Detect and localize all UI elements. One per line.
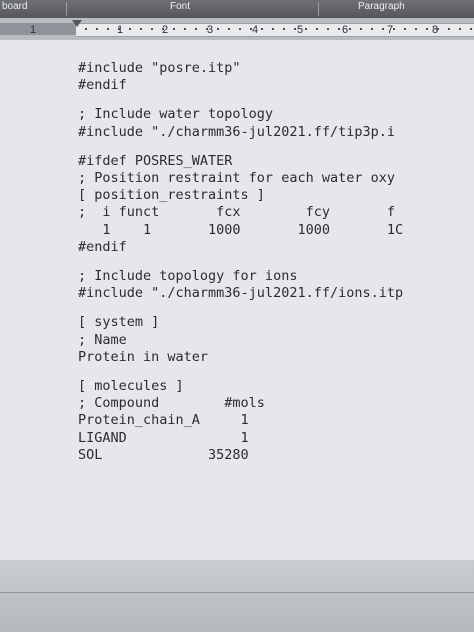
ruler-tick (96, 28, 98, 30)
ruler-number: 8 (432, 24, 439, 36)
code-line[interactable]: SOL 35280 (78, 447, 474, 464)
ruler-tick (426, 28, 428, 30)
ruler-tick (382, 28, 384, 30)
indent-marker[interactable] (72, 20, 82, 27)
ruler-track[interactable] (76, 23, 474, 37)
ruler-number: 3 (207, 24, 214, 36)
ruler-number: 6 (342, 24, 349, 36)
ruler-tick (228, 28, 230, 30)
ruler-number: 1 (117, 24, 124, 36)
code-line[interactable]: ; Compound #mols (78, 395, 474, 412)
ruler-number: 1 (30, 24, 37, 36)
ruler-tick (371, 28, 373, 30)
ruler-tick (338, 28, 340, 30)
ruler-number: 4 (252, 24, 259, 36)
ruler-tick (415, 28, 417, 30)
code-line[interactable]: Protein_chain_A 1 (78, 412, 474, 429)
ribbon-group-font[interactable]: Font (170, 1, 190, 12)
ruler-tick (85, 28, 87, 30)
ruler-number: 5 (297, 24, 304, 36)
code-line[interactable]: #include "./charmm36-jul2021.ff/tip3p.i (78, 124, 474, 141)
ribbon-divider (66, 2, 67, 16)
ruler-tick (162, 28, 164, 30)
ruler-tick (294, 28, 296, 30)
code-line[interactable]: 1 1 1000 1000 1C (78, 222, 474, 239)
code-line[interactable]: [ system ] (78, 314, 474, 331)
ruler-tick (173, 28, 175, 30)
ruler-tick (118, 28, 120, 30)
ruler-number: 2 (162, 24, 169, 36)
ruler-tick (140, 28, 142, 30)
blank-line[interactable] (78, 366, 474, 378)
ruler-tick (283, 28, 285, 30)
code-line[interactable]: #include "posre.itp" (78, 60, 474, 77)
code-line[interactable]: ; i funct fcx fcy f (78, 204, 474, 221)
ruler-tick (184, 28, 186, 30)
ruler-tick (470, 28, 472, 30)
code-line[interactable]: #include "./charmm36-jul2021.ff/ions.itp (78, 285, 474, 302)
ruler-tick (404, 28, 406, 30)
code-line[interactable]: [ position_restraints ] (78, 187, 474, 204)
ruler-tick (250, 28, 252, 30)
ruler-tick (437, 28, 439, 30)
blank-line[interactable] (78, 94, 474, 106)
ruler-tick (272, 28, 274, 30)
ruler-tick (151, 28, 153, 30)
ruler-number: 7 (387, 24, 394, 36)
document-text[interactable]: #include "posre.itp" #endif; Include wate… (78, 60, 474, 464)
ruler-tick (261, 28, 263, 30)
ruler-left-margin (0, 23, 76, 35)
code-line[interactable]: [ molecules ] (78, 378, 474, 395)
code-line[interactable]: ; Include water topology (78, 106, 474, 123)
ruler-tick (327, 28, 329, 30)
ruler-tick (349, 28, 351, 30)
ruler-tick (129, 28, 131, 30)
ruler-tick (206, 28, 208, 30)
blank-line[interactable] (78, 302, 474, 314)
blank-line[interactable] (78, 141, 474, 153)
ruler-tick (107, 28, 109, 30)
blank-line[interactable] (78, 256, 474, 268)
ruler-tick (393, 28, 395, 30)
ruler-tick (448, 28, 450, 30)
code-line[interactable]: #endif (78, 239, 474, 256)
ruler-tick (360, 28, 362, 30)
page-break-line (0, 592, 474, 593)
ribbon-divider (318, 2, 319, 16)
ruler-tick (195, 28, 197, 30)
ruler-tick (217, 28, 219, 30)
document-page[interactable]: #include "posre.itp" #endif; Include wate… (0, 40, 474, 560)
code-line[interactable]: ; Name (78, 332, 474, 349)
ribbon-group-clipboard[interactable]: board (2, 1, 28, 12)
horizontal-ruler[interactable]: 1 1 2 3 4 5 6 7 8 (0, 18, 474, 41)
ribbon-bar: board Font Paragraph (0, 0, 474, 18)
code-line[interactable]: ; Include topology for ions (78, 268, 474, 285)
ruler-tick (459, 28, 461, 30)
ruler-tick (305, 28, 307, 30)
page-bottom-area (0, 560, 474, 632)
ribbon-group-paragraph[interactable]: Paragraph (358, 1, 405, 12)
code-line[interactable]: #endif (78, 77, 474, 94)
code-line[interactable]: ; Position restraint for each water oxy (78, 170, 474, 187)
code-line[interactable]: #ifdef POSRES_WATER (78, 153, 474, 170)
ruler-tick (239, 28, 241, 30)
code-line[interactable]: Protein in water (78, 349, 474, 366)
code-line[interactable]: LIGAND 1 (78, 430, 474, 447)
ruler-tick (316, 28, 318, 30)
